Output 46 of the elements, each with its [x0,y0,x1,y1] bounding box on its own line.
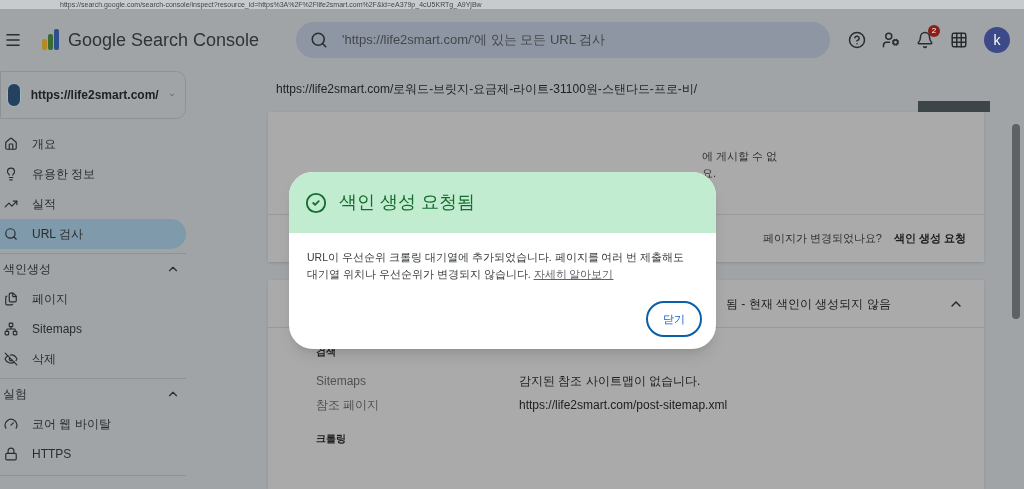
sidebar-item[interactable]: 페이지 [0,284,186,314]
dialog-message: URL이 우선순위 크롤링 대기열에 추가되었습니다. 페이지를 여러 번 제출해도 대기열 위치나 우선순위가 변경되지 않습니다. 자세히 알아보기 [307,250,686,282]
home-icon [4,137,18,151]
field-value: https://life2smart.com/post-sitemap.xml [519,397,728,414]
admin-icon[interactable] [882,31,900,49]
scrollbar[interactable] [1012,124,1020,319]
field-label: 참조 페이지 [316,397,381,414]
detail-title: 됨 - 현재 색인이 생성되지 않음 [726,295,891,313]
pages-icon [4,292,18,306]
notification-count: 2 [928,25,940,37]
avatar[interactable]: k [984,27,1010,53]
sidebar-item[interactable]: 실적 [0,189,186,219]
inspected-url: https://life2smart.com/로워드-브릿지-요금제-라이트-31100원-스탠다드-프로-비/ [276,81,698,98]
sitemap-icon [4,322,18,336]
apps-icon[interactable] [950,31,968,49]
question-text: 페이지가 변경되었나요? [762,231,882,247]
lock-icon [4,447,18,461]
field-value: 감지된 참조 사이트맵이 없습니다. [519,373,701,390]
gauge-icon [4,417,18,431]
request-indexing-link[interactable]: 색인 생성 요청 [893,230,966,247]
sidebar-item[interactable]: URL 검사 [0,219,186,249]
notification-icon[interactable] [916,31,934,49]
learn-more-link[interactable]: 자세히 알아보기 [533,268,614,280]
lightbulb-icon [4,167,18,181]
section-heading: 크롤링 [316,432,347,446]
search-icon [310,31,328,49]
help-icon[interactable] [848,31,866,49]
status-text: 에 게시할 수 없 [702,149,779,164]
section-heading: 색인생성 [3,261,51,278]
menu-icon[interactable] [4,31,22,49]
check-icon [305,191,327,214]
eye-off-icon [4,352,18,366]
sidebar-item[interactable]: HTTPS [0,439,186,469]
section-heading: 실험 [3,386,27,403]
close-button[interactable]: 닫기 [646,301,702,337]
sidebar-item[interactable]: 유용한 정보 [0,159,186,189]
field-label: Sitemaps [316,373,368,390]
product-name: Google Search Console [68,28,261,52]
dialog-title: 색인 생성 요청됨 [339,191,475,214]
search-icon [4,227,18,241]
property-selector[interactable]: https://life2smart.com/ [0,71,186,119]
sidebar-item[interactable]: 삭제 [0,344,186,374]
sidebar-item[interactable]: 개요 [0,129,186,159]
sidebar-item[interactable]: 코어 웹 바이탈 [0,409,186,439]
sidebar-item[interactable]: Sitemaps [0,314,186,344]
search-field[interactable]: 'https://life2smart.com/'에 있는 모든 URL 검사 [296,22,830,58]
